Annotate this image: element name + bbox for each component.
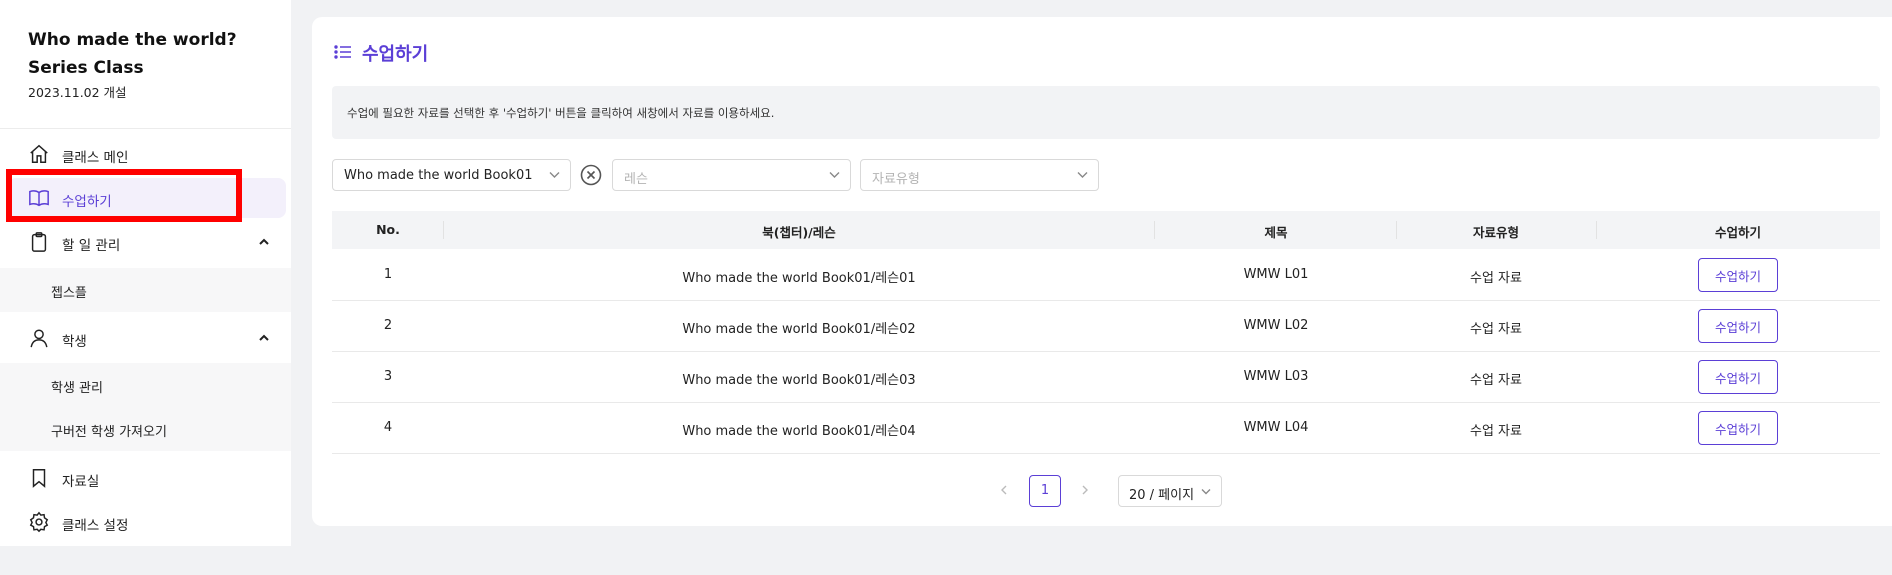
cell-type: 수업 자료: [1470, 322, 1522, 337]
page-size-select[interactable]: 20 / 페이지: [1118, 475, 1222, 507]
table-header: No. 북(챕터)/레슨 제목 자료유형 수업하기: [332, 211, 1880, 249]
material-type-select-placeholder: 자료유형: [872, 172, 920, 187]
table-row: 4 Who made the world Book01/레슨04 WMW L04…: [332, 403, 1880, 454]
cell-title: WMW L04: [1243, 420, 1309, 435]
sidebar-subitem-label: 학생 관리: [51, 381, 103, 396]
sidebar-item-label: 클래스 설정: [62, 518, 129, 534]
column-header-title: 제목: [1264, 225, 1288, 240]
chevron-down-icon: [1201, 489, 1211, 495]
class-title-line2: Series Class: [28, 58, 144, 78]
column-header-action: 수업하기: [1714, 225, 1762, 240]
sidebar-subitem-label: 구버전 학생 가져오기: [51, 425, 167, 440]
sidebar-item-class-main[interactable]: 클래스 메인: [0, 141, 291, 167]
chevron-up-icon[interactable]: [258, 332, 270, 344]
chevron-down-icon: [549, 172, 560, 178]
column-separator: [1396, 221, 1397, 239]
column-separator: [1154, 221, 1155, 239]
column-header-lesson: 북(챕터)/레슨: [762, 225, 836, 240]
column-separator: [443, 221, 444, 239]
highlight-box-sidebar: [6, 169, 242, 222]
cell-lesson: Who made the world Book01/레슨03: [682, 373, 916, 388]
cell-title: WMW L02: [1243, 318, 1309, 333]
cell-no: 2: [383, 318, 393, 333]
cell-type: 수업 자료: [1470, 424, 1522, 439]
book-select[interactable]: Who made the world Book01: [332, 159, 571, 191]
page-title: 수업하기: [362, 44, 429, 65]
book-select-value: Who made the world Book01: [344, 168, 533, 183]
clear-filter-icon[interactable]: [580, 164, 602, 186]
cell-type: 수업 자료: [1470, 271, 1522, 286]
sidebar-item-label: 할 일 관리: [62, 238, 121, 254]
column-header-no: No.: [376, 222, 400, 237]
sidebar-divider: [0, 128, 291, 129]
gear-icon: [29, 511, 49, 533]
sidebar-subitem-jepspl[interactable]: 젭스플: [0, 268, 291, 312]
page-size-value: 20 / 페이지: [1129, 488, 1195, 503]
sidebar-subitem-import-old-students[interactable]: 구버전 학생 가져오기: [0, 407, 291, 451]
lesson-select[interactable]: 레슨: [612, 159, 851, 191]
sidebar-subitem-label: 젭스플: [51, 286, 87, 301]
cell-title: WMW L03: [1243, 369, 1309, 384]
prev-page-icon[interactable]: [998, 484, 1010, 496]
material-type-select[interactable]: 자료유형: [860, 159, 1099, 191]
class-title: Who made the world? Series Class: [28, 26, 237, 82]
sidebar-item-class-settings[interactable]: 클래스 설정: [0, 509, 291, 535]
clipboard-icon: [31, 232, 47, 252]
cell-no: 1: [383, 267, 393, 282]
cell-lesson: Who made the world Book01/레슨01: [682, 271, 916, 286]
sidebar-item-students[interactable]: 학생: [0, 325, 291, 351]
class-open-date: 2023.11.02 개설: [28, 85, 127, 100]
teach-button[interactable]: 수업하기: [1698, 258, 1778, 292]
sidebar: Who made the world? Series Class 2023.11…: [0, 0, 291, 546]
next-page-icon[interactable]: [1079, 484, 1091, 496]
sidebar-item-label: 클래스 메인: [62, 150, 129, 166]
chevron-up-icon[interactable]: [258, 236, 270, 248]
page-number-button[interactable]: 1: [1029, 475, 1061, 507]
home-icon: [30, 144, 48, 163]
table-row: 2 Who made the world Book01/레슨02 WMW L02…: [332, 301, 1880, 352]
class-title-line1: Who made the world?: [28, 30, 237, 50]
lesson-select-placeholder: 레슨: [624, 172, 648, 187]
sidebar-item-library[interactable]: 자료실: [0, 465, 291, 491]
user-icon: [30, 329, 48, 348]
notice-banner: 수업에 필요한 자료를 선택한 후 '수업하기' 버튼을 클릭하여 새창에서 자…: [332, 86, 1880, 139]
sidebar-item-todo[interactable]: 할 일 관리: [0, 229, 291, 255]
table-row: 1 Who made the world Book01/레슨01 WMW L01…: [332, 250, 1880, 301]
chevron-down-icon: [829, 172, 840, 178]
cell-type: 수업 자료: [1470, 373, 1522, 388]
teach-button[interactable]: 수업하기: [1698, 411, 1778, 445]
cell-title: WMW L01: [1243, 267, 1309, 282]
cell-no: 4: [383, 420, 393, 435]
sidebar-submenu-students: 학생 관리 구버전 학생 가져오기: [0, 363, 291, 451]
cell-lesson: Who made the world Book01/레슨04: [682, 424, 916, 439]
cell-lesson: Who made the world Book01/레슨02: [682, 322, 916, 337]
notice-text: 수업에 필요한 자료를 선택한 후 '수업하기' 버튼을 클릭하여 새창에서 자…: [347, 106, 775, 120]
bookmark-icon: [32, 469, 46, 488]
table-row: 3 Who made the world Book01/레슨03 WMW L03…: [332, 352, 1880, 403]
sidebar-item-label: 학생: [62, 334, 87, 350]
column-separator: [1596, 221, 1597, 239]
chevron-down-icon: [1077, 172, 1088, 178]
list-icon: [334, 45, 351, 59]
column-header-type: 자료유형: [1472, 225, 1520, 240]
teach-button[interactable]: 수업하기: [1698, 309, 1778, 343]
cell-no: 3: [383, 369, 393, 384]
sidebar-subitem-student-management[interactable]: 학생 관리: [0, 363, 291, 407]
teach-button[interactable]: 수업하기: [1698, 360, 1778, 394]
sidebar-item-label: 자료실: [62, 474, 100, 490]
